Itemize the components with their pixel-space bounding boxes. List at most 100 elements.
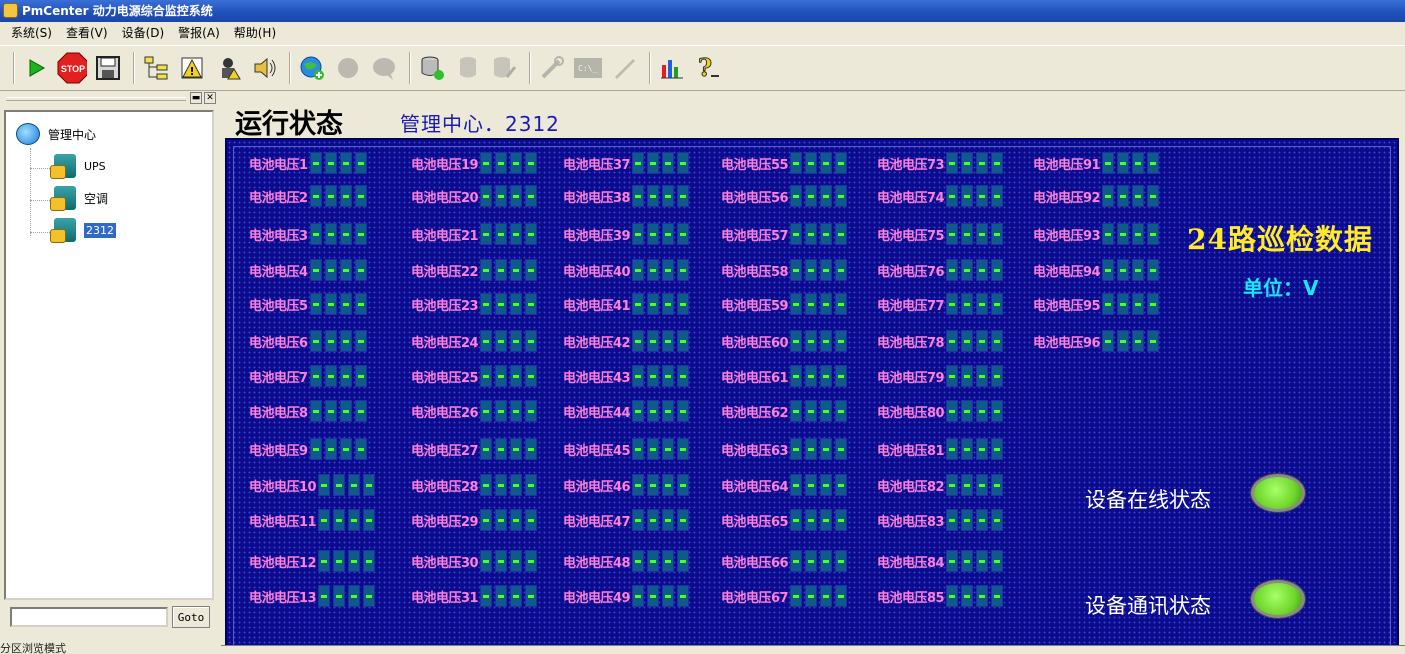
battery-voltage-label: 电池电压46 bbox=[563, 479, 631, 495]
tree-node-2312[interactable]: 2312 bbox=[48, 215, 116, 245]
lcd-readout bbox=[790, 185, 848, 207]
battery-voltage-74: 电池电压74 bbox=[877, 185, 1004, 207]
alarm-icon[interactable]: ! bbox=[176, 52, 208, 84]
console-icon[interactable]: C:\_ bbox=[572, 52, 604, 84]
menu-system[interactable]: 系统(S) bbox=[4, 22, 59, 44]
battery-voltage-label: 电池电压66 bbox=[721, 555, 789, 571]
tree-node-aircon[interactable]: 空调 bbox=[48, 183, 108, 213]
battery-voltage-91: 电池电压91 bbox=[1033, 152, 1160, 174]
battery-voltage-label: 电池电压94 bbox=[1033, 264, 1101, 280]
chart-icon[interactable] bbox=[656, 52, 688, 84]
battery-voltage-label: 电池电压5 bbox=[249, 298, 308, 314]
goto-input[interactable] bbox=[10, 607, 168, 627]
lcd-readout bbox=[632, 330, 690, 352]
battery-voltage-label: 电池电压92 bbox=[1033, 190, 1101, 206]
help-icon[interactable]: ? bbox=[692, 52, 724, 84]
lcd-readout bbox=[790, 474, 848, 496]
goto-button[interactable]: Goto bbox=[172, 606, 210, 628]
lcd-readout bbox=[946, 438, 1004, 460]
globe-add-icon[interactable] bbox=[296, 52, 328, 84]
battery-voltage-label: 电池电压56 bbox=[721, 190, 789, 206]
battery-voltage-label: 电池电压60 bbox=[721, 335, 789, 351]
battery-voltage-21: 电池电压21 bbox=[411, 223, 538, 245]
lcd-readout bbox=[480, 400, 538, 422]
close-icon[interactable]: ✕ bbox=[204, 92, 216, 104]
menu-help[interactable]: 帮助(H) bbox=[227, 22, 283, 44]
battery-voltage-label: 电池电压42 bbox=[563, 335, 631, 351]
device-icon bbox=[48, 183, 80, 213]
battery-voltage-1: 电池电压1 bbox=[249, 152, 367, 174]
battery-voltage-81: 电池电压81 bbox=[877, 438, 1004, 460]
circle-icon[interactable] bbox=[332, 52, 364, 84]
tree-icon[interactable] bbox=[140, 52, 172, 84]
battery-voltage-label: 电池电压13 bbox=[249, 590, 317, 606]
lcd-readout bbox=[790, 293, 848, 315]
battery-voltage-24: 电池电压24 bbox=[411, 330, 538, 352]
battery-voltage-38: 电池电压38 bbox=[563, 185, 690, 207]
battery-voltage-83: 电池电压83 bbox=[877, 509, 1004, 531]
sound-icon[interactable] bbox=[248, 52, 280, 84]
lcd-readout bbox=[632, 152, 690, 174]
battery-voltage-42: 电池电压42 bbox=[563, 330, 690, 352]
lcd-readout bbox=[632, 550, 690, 572]
lcd-readout bbox=[480, 330, 538, 352]
chat-icon[interactable] bbox=[368, 52, 400, 84]
lcd-readout bbox=[790, 223, 848, 245]
battery-voltage-label: 电池电压67 bbox=[721, 590, 789, 606]
battery-voltage-label: 电池电压8 bbox=[249, 405, 308, 421]
lcd-readout bbox=[480, 293, 538, 315]
battery-voltage-56: 电池电压56 bbox=[721, 185, 848, 207]
lcd-readout bbox=[1102, 259, 1160, 281]
menu-device[interactable]: 设备(D) bbox=[115, 22, 172, 44]
panel-grip[interactable] bbox=[6, 97, 186, 101]
battery-voltage-43: 电池电压43 bbox=[563, 365, 690, 387]
battery-voltage-label: 电池电压61 bbox=[721, 370, 789, 386]
panel-pin-icon[interactable]: ▬ bbox=[190, 92, 202, 104]
battery-voltage-55: 电池电压55 bbox=[721, 152, 848, 174]
menu-view[interactable]: 查看(V) bbox=[59, 22, 115, 44]
lcd-readout bbox=[790, 152, 848, 174]
stop-icon[interactable]: STOP bbox=[56, 52, 88, 84]
lcd-readout bbox=[632, 185, 690, 207]
pen-icon[interactable] bbox=[608, 52, 640, 84]
play-icon[interactable] bbox=[20, 52, 52, 84]
lcd-readout bbox=[790, 365, 848, 387]
lcd-readout bbox=[1102, 293, 1160, 315]
db-icon[interactable] bbox=[452, 52, 484, 84]
battery-voltage-label: 电池电压25 bbox=[411, 370, 479, 386]
panel-header: ▬ ✕ bbox=[0, 92, 220, 106]
battery-voltage-82: 电池电压82 bbox=[877, 474, 1004, 496]
battery-voltage-7: 电池电压7 bbox=[249, 365, 367, 387]
tree-node-root[interactable]: 管理中心 bbox=[12, 119, 96, 149]
battery-voltage-63: 电池电压63 bbox=[721, 438, 848, 460]
battery-voltage-label: 电池电压37 bbox=[563, 157, 631, 173]
battery-voltage-60: 电池电压60 bbox=[721, 330, 848, 352]
lcd-readout bbox=[632, 365, 690, 387]
lcd-readout bbox=[309, 152, 367, 174]
battery-voltage-80: 电池电压80 bbox=[877, 400, 1004, 422]
battery-voltage-44: 电池电压44 bbox=[563, 400, 690, 422]
battery-voltage-label: 电池电压93 bbox=[1033, 228, 1101, 244]
lcd-readout bbox=[632, 400, 690, 422]
battery-voltage-label: 电池电压20 bbox=[411, 190, 479, 206]
battery-voltage-label: 电池电压7 bbox=[249, 370, 308, 386]
lcd-readout bbox=[946, 223, 1004, 245]
battery-voltage-label: 电池电压38 bbox=[563, 190, 631, 206]
db-edit-icon[interactable] bbox=[488, 52, 520, 84]
lcd-readout bbox=[309, 293, 367, 315]
battery-voltage-30: 电池电压30 bbox=[411, 550, 538, 572]
toolbar: STOP ! C:\_ ? bbox=[0, 45, 1405, 91]
user-alarm-icon[interactable] bbox=[212, 52, 244, 84]
battery-voltage-label: 电池电压85 bbox=[877, 590, 945, 606]
tools-icon[interactable] bbox=[536, 52, 568, 84]
menu-alarm[interactable]: 警报(A) bbox=[171, 22, 227, 44]
lcd-readout bbox=[632, 438, 690, 460]
db-add-icon[interactable] bbox=[416, 52, 448, 84]
battery-voltage-label: 电池电压3 bbox=[249, 228, 308, 244]
battery-voltage-41: 电池电压41 bbox=[563, 293, 690, 315]
comm-status-led bbox=[1251, 580, 1305, 618]
tree-node-ups[interactable]: UPS bbox=[48, 151, 106, 181]
battery-voltage-49: 电池电压49 bbox=[563, 585, 690, 607]
lcd-readout bbox=[790, 550, 848, 572]
save-icon[interactable] bbox=[92, 52, 124, 84]
